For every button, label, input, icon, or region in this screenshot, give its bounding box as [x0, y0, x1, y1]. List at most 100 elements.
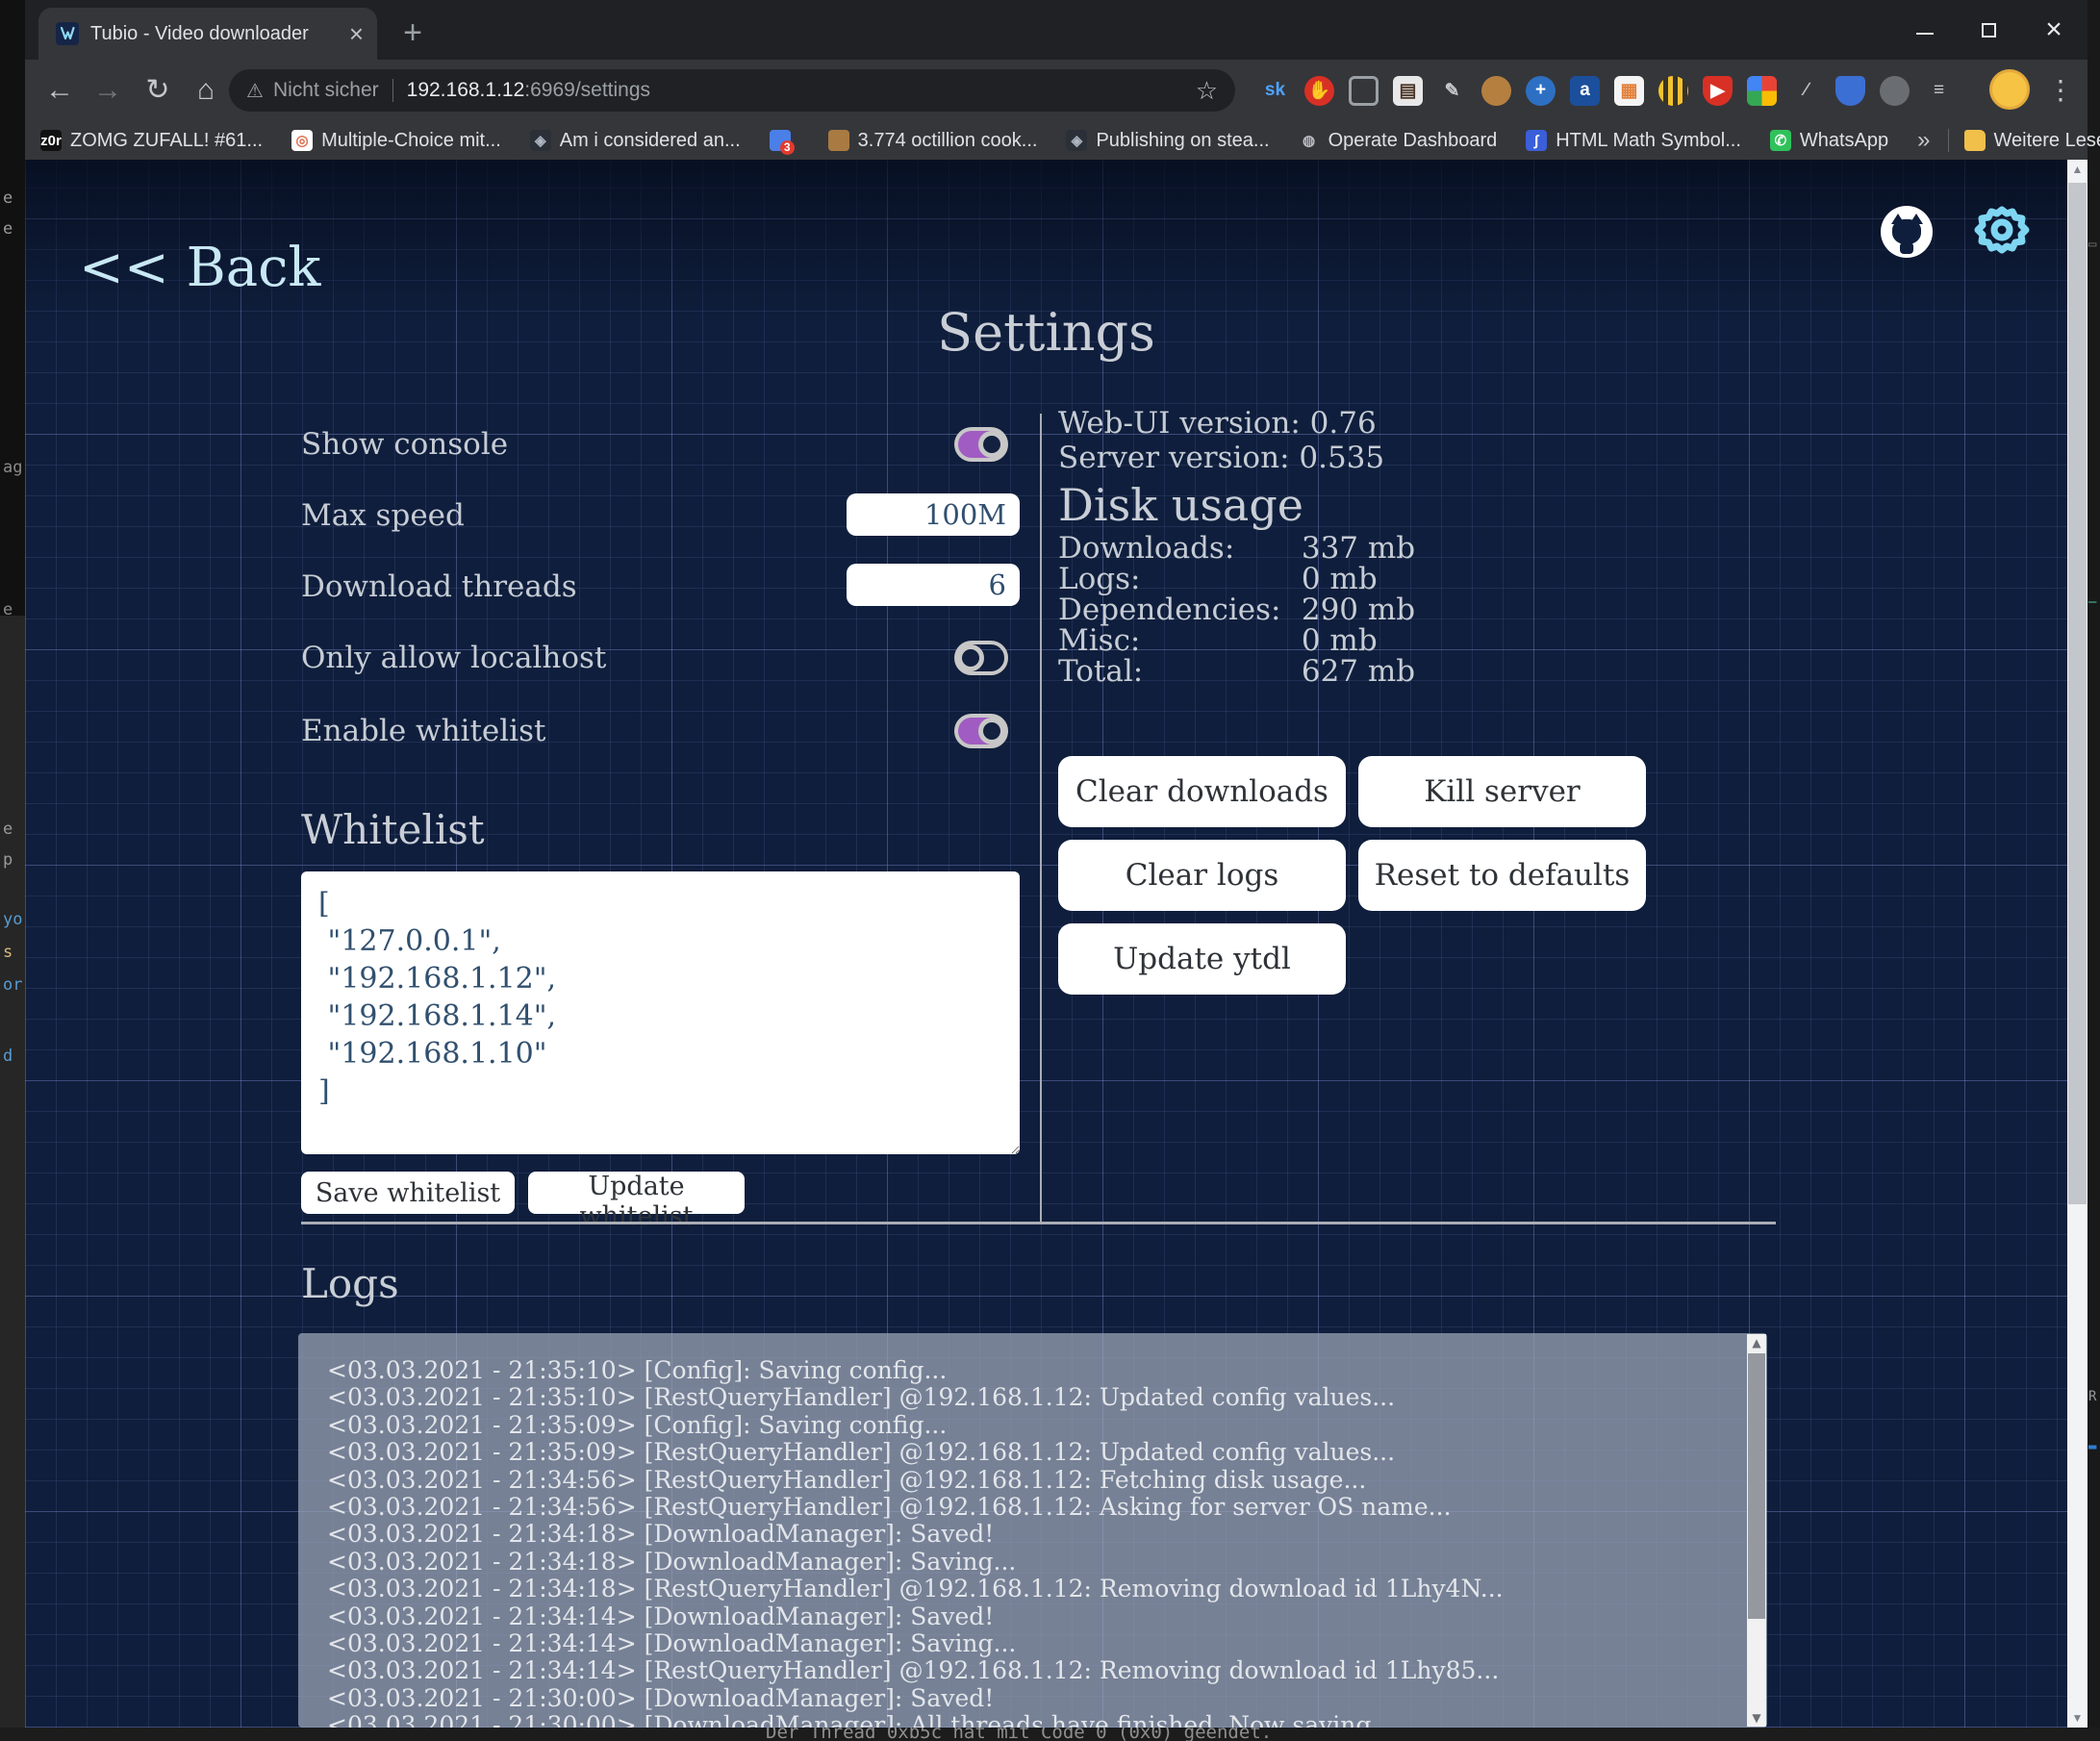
- ext-blocker-hand-icon[interactable]: ✋: [1304, 76, 1334, 106]
- back-icon[interactable]: ←: [40, 71, 79, 110]
- ext-sk-icon[interactable]: sk: [1260, 76, 1290, 106]
- scroll-down-icon[interactable]: ▼: [2067, 1708, 2087, 1728]
- log-console: <03.03.2021 - 21:35:10> [Config]: Saving…: [298, 1333, 1767, 1728]
- bookmark-icon-only[interactable]: 3: [770, 130, 799, 151]
- scroll-down-icon[interactable]: ▼: [1747, 1709, 1766, 1727]
- security-label[interactable]: Nicht sicher: [273, 79, 379, 102]
- clear-logs-button[interactable]: Clear logs: [1058, 840, 1346, 911]
- log-line: <03.03.2021 - 21:34:56> [RestQueryHandle…: [327, 1494, 1729, 1521]
- browser-menu-icon[interactable]: ⋮: [2043, 71, 2078, 110]
- page-scrollbar[interactable]: ▲ ▼: [2067, 160, 2087, 1728]
- bookmark-am-i-considered[interactable]: ◈ Am i considered an...: [530, 130, 741, 152]
- browser-tab[interactable]: Tubio - Video downloader ×: [38, 8, 377, 60]
- bookmark-octillion-cookies[interactable]: 3.774 octillion cook...: [828, 130, 1038, 152]
- bookmarks-overflow-chevron[interactable]: »: [1917, 127, 1930, 154]
- log-line: <03.03.2021 - 21:34:14> [RestQueryHandle…: [327, 1657, 1729, 1684]
- window-close-button[interactable]: ×: [2022, 0, 2086, 60]
- new-tab-button[interactable]: +: [394, 15, 431, 52]
- profile-avatar[interactable]: [1989, 69, 2030, 110]
- disk-usage-value: 0 mb: [1302, 623, 1378, 658]
- horizontal-divider: [301, 1222, 1776, 1224]
- enable-whitelist-toggle[interactable]: [954, 714, 1008, 748]
- code-fragment: s: [3, 943, 13, 962]
- disk-usage-label: Downloads:: [1058, 531, 1292, 566]
- disk-usage-table: Downloads: 337 mb Logs: 0 mb Dependencie…: [1058, 531, 1415, 685]
- reload-icon[interactable]: ↻: [139, 71, 177, 110]
- update-ytdl-button[interactable]: Update ytdl: [1058, 923, 1346, 995]
- ext-red-shield-play-icon[interactable]: ▶: [1703, 76, 1733, 106]
- back-link[interactable]: << Back: [79, 237, 320, 299]
- download-threads-label: Download threads: [301, 569, 577, 604]
- forward-icon[interactable]: →: [89, 71, 127, 110]
- logs-title: Logs: [301, 1260, 399, 1307]
- window-maximize-button[interactable]: [1957, 0, 2020, 60]
- ext-cookie-icon[interactable]: [1481, 76, 1511, 106]
- scroll-up-icon[interactable]: ▲: [2067, 160, 2087, 179]
- ext-google-icon[interactable]: [1747, 76, 1777, 106]
- tab-close-icon[interactable]: ×: [349, 21, 364, 46]
- ext-pen-icon[interactable]: ✎: [1437, 76, 1467, 106]
- page-scrollbar-thumb[interactable]: [2068, 183, 2087, 1204]
- bookmark-multiple-choice[interactable]: ◎ Multiple-Choice mit...: [291, 130, 501, 152]
- ext-blue-plus-icon[interactable]: +: [1526, 76, 1556, 106]
- log-scrollbar-thumb[interactable]: [1748, 1353, 1765, 1619]
- ext-ring-icon[interactable]: [1349, 76, 1379, 106]
- bookmark-favicon: z0r: [40, 130, 62, 151]
- whitelist-textarea[interactable]: [ "127.0.0.1", "192.168.1.12", "192.168.…: [301, 871, 1020, 1154]
- reset-to-defaults-button[interactable]: Reset to defaults: [1358, 840, 1646, 911]
- home-icon[interactable]: ⌂: [187, 71, 225, 110]
- disk-usage-row: Misc: 0 mb: [1058, 623, 1415, 654]
- bookmark-zomg-zufall[interactable]: z0r ZOMG ZUFALL! #61...: [40, 130, 263, 152]
- ext-masked-doc-icon[interactable]: ▤: [1393, 76, 1423, 106]
- bookmark-favicon: ✆: [1770, 130, 1791, 151]
- ext-puzzle-icon[interactable]: [1880, 76, 1910, 106]
- disk-usage-value: 337 mb: [1302, 531, 1415, 566]
- log-scrollbar[interactable]: ▲ ▼: [1747, 1334, 1766, 1727]
- scroll-up-icon[interactable]: ▲: [1747, 1334, 1766, 1351]
- ext-playlist-icon[interactable]: ≡: [1924, 76, 1954, 106]
- ext-syringe-icon[interactable]: ∕: [1791, 76, 1821, 106]
- address-bar[interactable]: ⚠ Nicht sicher 192.168.1.12 :6969/settin…: [229, 69, 1235, 112]
- bookmark-publishing-steam[interactable]: ◈ Publishing on stea...: [1066, 130, 1269, 152]
- log-line: <03.03.2021 - 21:34:18> [RestQueryHandle…: [327, 1576, 1729, 1602]
- window-minimize-button[interactable]: [1893, 0, 1957, 60]
- disk-usage-row: Dependencies: 290 mb: [1058, 593, 1415, 623]
- url-path: :6969/settings: [524, 79, 650, 102]
- update-whitelist-button[interactable]: Update whitelist: [528, 1172, 745, 1214]
- only-localhost-label: Only allow localhost: [301, 641, 606, 675]
- clear-downloads-button[interactable]: Clear downloads: [1058, 756, 1346, 827]
- github-icon[interactable]: [1881, 206, 1933, 258]
- bookmark-favicon: ∫: [1526, 130, 1547, 151]
- disk-usage-value: 290 mb: [1302, 593, 1415, 627]
- bookmark-html-math-symbols[interactable]: ∫ HTML Math Symbol...: [1526, 130, 1741, 152]
- whitelist-title: Whitelist: [301, 806, 485, 853]
- bookmark-whatsapp[interactable]: ✆ WhatsApp: [1770, 130, 1888, 152]
- settings-gear-icon[interactable]: [1974, 202, 2030, 258]
- download-threads-input[interactable]: [847, 564, 1020, 606]
- background-window-right-edge: ▭–R▬: [2087, 0, 2100, 1741]
- other-bookmarks-folder[interactable]: Weitere Lesezeichen: [1964, 130, 2100, 152]
- ext-blue-shield-icon[interactable]: [1835, 76, 1865, 106]
- bookmark-favicon: ◍: [1299, 130, 1320, 151]
- ext-bee-icon[interactable]: [1658, 76, 1688, 106]
- ext-photos-icon[interactable]: ▦: [1614, 76, 1644, 106]
- show-console-toggle[interactable]: [954, 427, 1008, 462]
- bookmark-star-icon[interactable]: ☆: [1196, 76, 1218, 106]
- page-title: Settings: [25, 302, 2067, 363]
- code-fragment: ag: [3, 458, 22, 477]
- disk-usage-label: Logs:: [1058, 562, 1292, 596]
- save-whitelist-button[interactable]: Save whitelist: [301, 1172, 515, 1214]
- webui-version: Web-UI version: 0.76: [1058, 406, 1377, 441]
- max-speed-label: Max speed: [301, 498, 465, 533]
- max-speed-input[interactable]: [847, 493, 1020, 536]
- bookmark-label: Publishing on stea...: [1096, 130, 1269, 152]
- code-fragment: ▬: [2088, 1439, 2096, 1454]
- server-version: Server version: 0.535: [1058, 441, 1384, 475]
- bookmark-operate-dashboard[interactable]: ◍ Operate Dashboard: [1299, 130, 1498, 152]
- only-localhost-toggle[interactable]: [954, 641, 1008, 675]
- log-line: <03.03.2021 - 21:34:14> [DownloadManager…: [327, 1630, 1729, 1657]
- kill-server-button[interactable]: Kill server: [1358, 756, 1646, 827]
- bookmarks-divider: [1948, 129, 1949, 152]
- ext-amazon-icon[interactable]: a: [1570, 76, 1600, 106]
- bookmark-label: HTML Math Symbol...: [1556, 130, 1741, 152]
